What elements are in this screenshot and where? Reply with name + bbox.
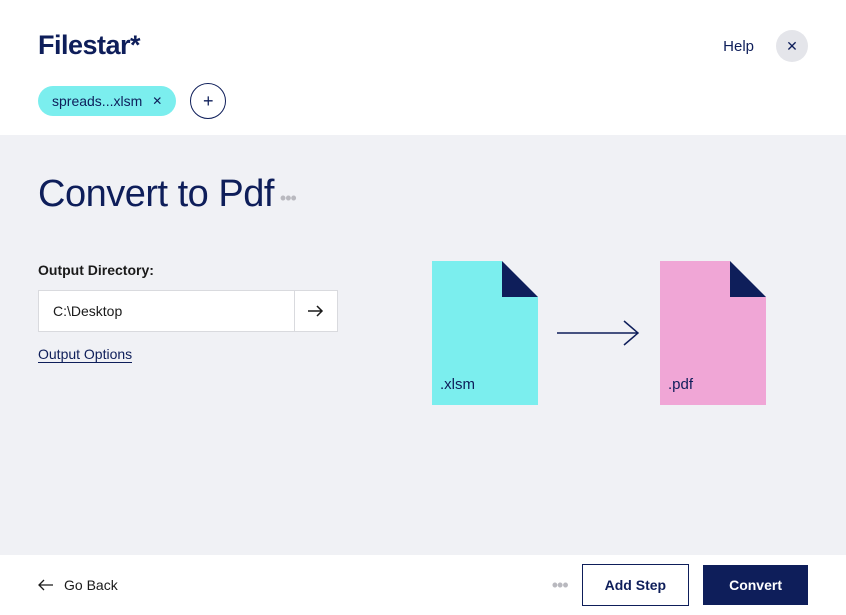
output-options-link[interactable]: Output Options	[38, 346, 132, 363]
output-directory-row	[38, 290, 338, 332]
app-logo: Filestar*	[38, 30, 226, 61]
browse-directory-button[interactable]	[294, 290, 338, 332]
add-file-button[interactable]: +	[190, 83, 226, 119]
main: Convert to Pdf ••• Output Directory: Out…	[0, 135, 846, 555]
go-back-label: Go Back	[64, 577, 118, 593]
header: Filestar* spreads...xlsm ✕ + Help ✕	[0, 0, 846, 135]
page-title: Convert to Pdf	[38, 173, 274, 216]
file-fold-icon	[502, 261, 538, 297]
more-actions-icon[interactable]: •••	[552, 575, 568, 596]
file-chip-label: spreads...xlsm	[52, 93, 142, 109]
target-file-icon: .pdf	[660, 261, 766, 405]
target-ext-label: .pdf	[668, 376, 693, 393]
convert-button[interactable]: Convert	[703, 565, 808, 605]
go-back-button[interactable]: Go Back	[38, 577, 118, 593]
source-file-icon: .xlsm	[432, 261, 538, 405]
arrow-right-icon	[307, 304, 325, 318]
help-link[interactable]: Help	[723, 38, 754, 55]
close-window-button[interactable]: ✕	[776, 30, 808, 62]
output-directory-input[interactable]	[38, 290, 294, 332]
file-chip-row: spreads...xlsm ✕ +	[38, 83, 226, 119]
conversion-diagram: .xlsm .pdf	[432, 261, 766, 405]
footer: Go Back ••• Add Step Convert	[0, 555, 846, 615]
file-chip[interactable]: spreads...xlsm ✕	[38, 86, 176, 116]
header-right: Help ✕	[723, 30, 808, 62]
more-options-icon[interactable]: •••	[280, 188, 296, 209]
plus-icon: +	[203, 91, 214, 112]
close-icon: ✕	[786, 38, 798, 55]
convert-arrow-icon	[556, 319, 642, 347]
page-title-row: Convert to Pdf •••	[38, 173, 808, 216]
close-icon[interactable]: ✕	[152, 94, 162, 108]
arrow-left-icon	[38, 579, 54, 591]
file-fold-icon	[730, 261, 766, 297]
source-ext-label: .xlsm	[440, 376, 475, 393]
header-left: Filestar* spreads...xlsm ✕ +	[38, 30, 226, 119]
